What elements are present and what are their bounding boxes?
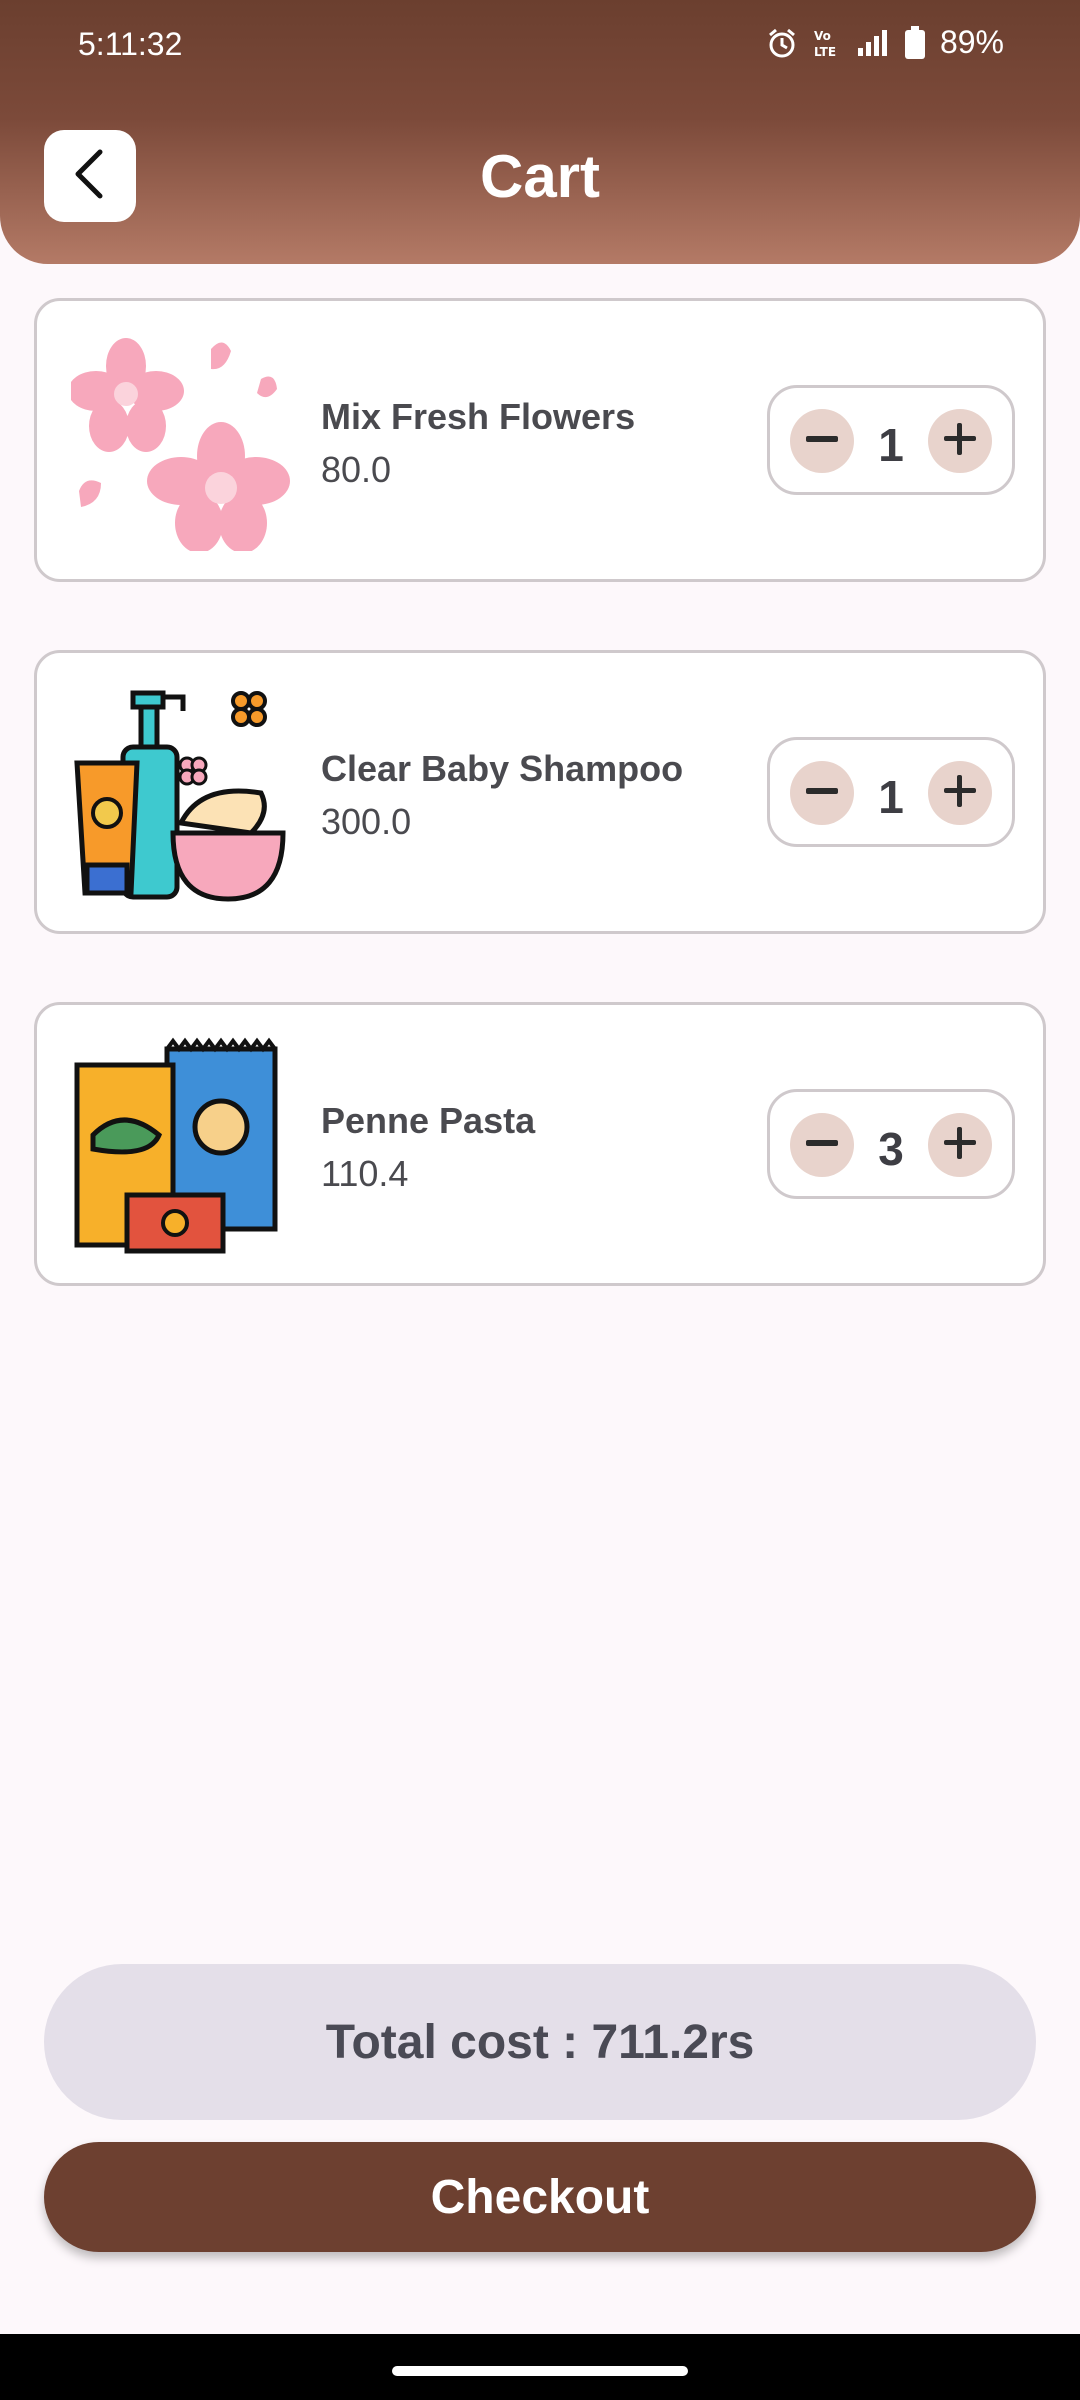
page-title: Cart xyxy=(479,143,601,210)
navigation-bar xyxy=(0,2334,1080,2400)
quantity-stepper: 3 xyxy=(767,1089,1015,1199)
svg-text:LTE: LTE xyxy=(814,45,836,59)
status-icons: Vo LTE 89% xyxy=(766,24,1004,61)
home-indicator[interactable] xyxy=(392,2366,688,2376)
snacks-image xyxy=(71,1035,291,1255)
signal-icon xyxy=(856,28,890,58)
flowers-image xyxy=(68,331,291,553)
item-price: 80.0 xyxy=(321,449,392,490)
increase-quantity-button[interactable] xyxy=(928,1113,992,1177)
increase-quantity-button[interactable] xyxy=(928,409,992,473)
shampoo-image xyxy=(71,683,291,903)
item-price: 110.4 xyxy=(321,1153,409,1194)
quantity-stepper: 1 xyxy=(767,385,1015,495)
status-time: 5:11:32 xyxy=(78,26,183,62)
item-name: Mix Fresh Flowers xyxy=(321,396,636,437)
svg-text:Vo: Vo xyxy=(814,29,831,43)
checkout-button[interactable]: Checkout xyxy=(44,2142,1036,2252)
plus-icon xyxy=(940,419,980,464)
total-cost: Total cost : 711.2rs xyxy=(44,1964,1036,2120)
plus-icon xyxy=(940,771,980,816)
cart-item: Penne Pasta 110.4 3 xyxy=(34,1002,1046,1286)
battery-percent: 89% xyxy=(939,24,1004,60)
status-bar: 5:11:32 Vo LTE 89% xyxy=(0,0,1080,90)
header-bar: 5:11:32 Vo LTE 89% Cart xyxy=(0,0,1080,264)
cart-item: Mix Fresh Flowers 80.0 1 xyxy=(34,298,1046,582)
alarm-icon xyxy=(766,27,798,59)
item-name: Penne Pasta xyxy=(321,1100,536,1141)
volte-icon: Vo LTE xyxy=(812,27,842,59)
plus-icon xyxy=(940,1123,980,1168)
increase-quantity-button[interactable] xyxy=(928,761,992,825)
quantity-stepper: 1 xyxy=(767,737,1015,847)
battery-icon xyxy=(904,25,926,60)
item-price: 300.0 xyxy=(321,801,412,842)
item-name: Clear Baby Shampoo xyxy=(321,748,684,789)
cart-item: Clear Baby Shampoo 300.0 1 xyxy=(34,650,1046,934)
